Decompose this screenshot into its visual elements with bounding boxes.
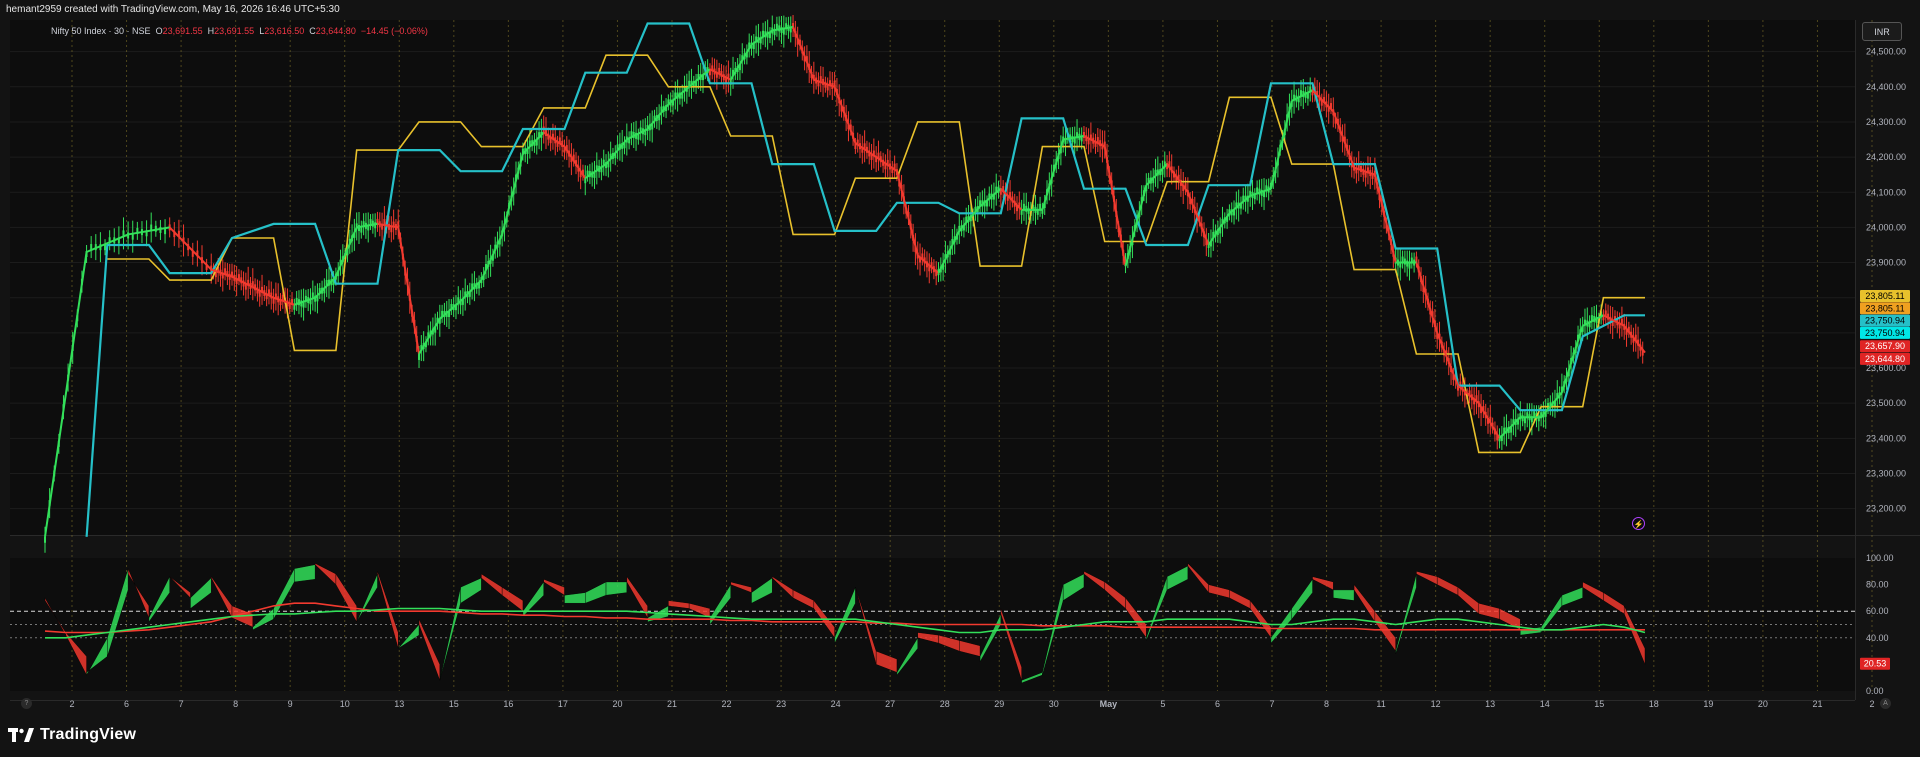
x-tick-label: 20 <box>612 699 622 709</box>
x-tick-label: 18 <box>1649 699 1659 709</box>
currency-button[interactable]: INR <box>1862 22 1902 41</box>
y-tick-label: 24,000.00 <box>1866 222 1906 232</box>
footer-bar <box>0 712 1920 757</box>
x-tick-label: 22 <box>722 699 732 709</box>
candle-body <box>418 353 421 360</box>
x-tick-label: 20 <box>1758 699 1768 709</box>
y-tick-label: 23,500.00 <box>1866 398 1906 408</box>
y-tick-label: 23,300.00 <box>1866 468 1906 478</box>
price-pane <box>10 20 1855 535</box>
y-tick-label: 24,400.00 <box>1866 82 1906 92</box>
legend-low-value: 23,616.50 <box>264 26 305 36</box>
auto-scale-icon[interactable]: A <box>1880 698 1891 709</box>
brand[interactable]: TradingView <box>8 726 136 744</box>
x-tick-label: 7 <box>179 699 184 709</box>
x-tick-label: 6 <box>1215 699 1220 709</box>
y-tick-label: 24,200.00 <box>1866 152 1906 162</box>
lightning-icon[interactable]: ⚡ <box>1632 517 1645 530</box>
brand-name: TradingView <box>40 726 137 743</box>
legend-symbol: Nifty 50 Index · 30 · NSE <box>51 26 151 36</box>
x-tick-label: 12 <box>1431 699 1441 709</box>
x-tick-label: 5 <box>1160 699 1165 709</box>
x-tick-label: 24 <box>831 699 841 709</box>
price-tag-label: 23,657.90 <box>1865 341 1905 351</box>
x-tick-label: 19 <box>1703 699 1713 709</box>
x-tick-label: 7 <box>1269 699 1274 709</box>
x-tick-label: 8 <box>1324 699 1329 709</box>
osc-y-tick-label: 100.00 <box>1866 553 1894 563</box>
y-tick-label: 24,500.00 <box>1866 47 1906 57</box>
price-tag-label: 23,750.94 <box>1865 316 1905 326</box>
x-tick-label: 11 <box>1376 699 1385 709</box>
x-tick-label: May <box>1100 699 1118 709</box>
x-tick-label: 21 <box>667 699 677 709</box>
x-tick-label: 6 <box>124 699 129 709</box>
osc-y-tick-label: 0.00 <box>1866 686 1884 696</box>
x-tick-label: 9 <box>288 699 293 709</box>
symbol-legend: Nifty 50 Index · 30 · NSE O23,691.55 H23… <box>51 26 428 36</box>
x-tick-label: 15 <box>449 699 459 709</box>
y-tick-label: 24,300.00 <box>1866 117 1906 127</box>
legend-change: −14.45 (−0.06%) <box>360 26 428 36</box>
x-tick-label: 2 <box>69 699 74 709</box>
price-tag-label: 23,805.11 <box>1865 303 1904 313</box>
x-tick-label: 14 <box>1540 699 1550 709</box>
y-tick-label: 23,200.00 <box>1866 504 1906 514</box>
legend-close-value: 23,644.80 <box>315 26 356 36</box>
x-tick-label: 23 <box>776 699 786 709</box>
price-tag-label: 23,750.94 <box>1865 328 1905 338</box>
y-tick-label: 23,400.00 <box>1866 433 1906 443</box>
scale-left-icon[interactable]: ? <box>21 698 32 709</box>
x-tick-label: 16 <box>503 699 513 709</box>
x-tick-label: 8 <box>233 699 238 709</box>
y-tick-label: 24,100.00 <box>1866 187 1906 197</box>
osc-y-tick-label: 80.00 <box>1866 580 1889 590</box>
candle-body <box>44 536 46 543</box>
x-tick-label: 10 <box>340 699 350 709</box>
legend-high-value: 23,691.55 <box>214 26 255 36</box>
x-tick-label: 27 <box>885 699 895 709</box>
osc-y-tick-label: 40.00 <box>1866 633 1889 643</box>
x-tick-label: 2 <box>1869 699 1874 709</box>
legend-open-value: 23,691.55 <box>162 26 203 36</box>
tradingview-logo-icon <box>8 728 34 742</box>
x-tick-label: 13 <box>1485 699 1495 709</box>
chart-canvas[interactable]: 2 6 7 8 9 10 13 15 16 17 20 21 22 23 24 27 28 29 30 May 5 6 7 8… <box>0 0 1920 757</box>
x-tick-label: 29 <box>994 699 1004 709</box>
x-tick-label: 17 <box>558 699 568 709</box>
osc-value-tag-label: 20.53 <box>1864 659 1887 669</box>
price-tag-label: 23,644.80 <box>1865 354 1905 364</box>
price-tag-label: 23,805.11 <box>1865 291 1904 301</box>
osc-y-tick-label: 60.00 <box>1866 606 1889 616</box>
x-tick-label: 30 <box>1049 699 1059 709</box>
x-tick-label: 13 <box>394 699 404 709</box>
y-tick-label: 23,900.00 <box>1866 258 1906 268</box>
x-tick-label: 28 <box>940 699 950 709</box>
legend-open-label: O <box>155 26 163 36</box>
x-tick-label: 21 <box>1812 699 1822 709</box>
x-tick-label: 15 <box>1594 699 1604 709</box>
